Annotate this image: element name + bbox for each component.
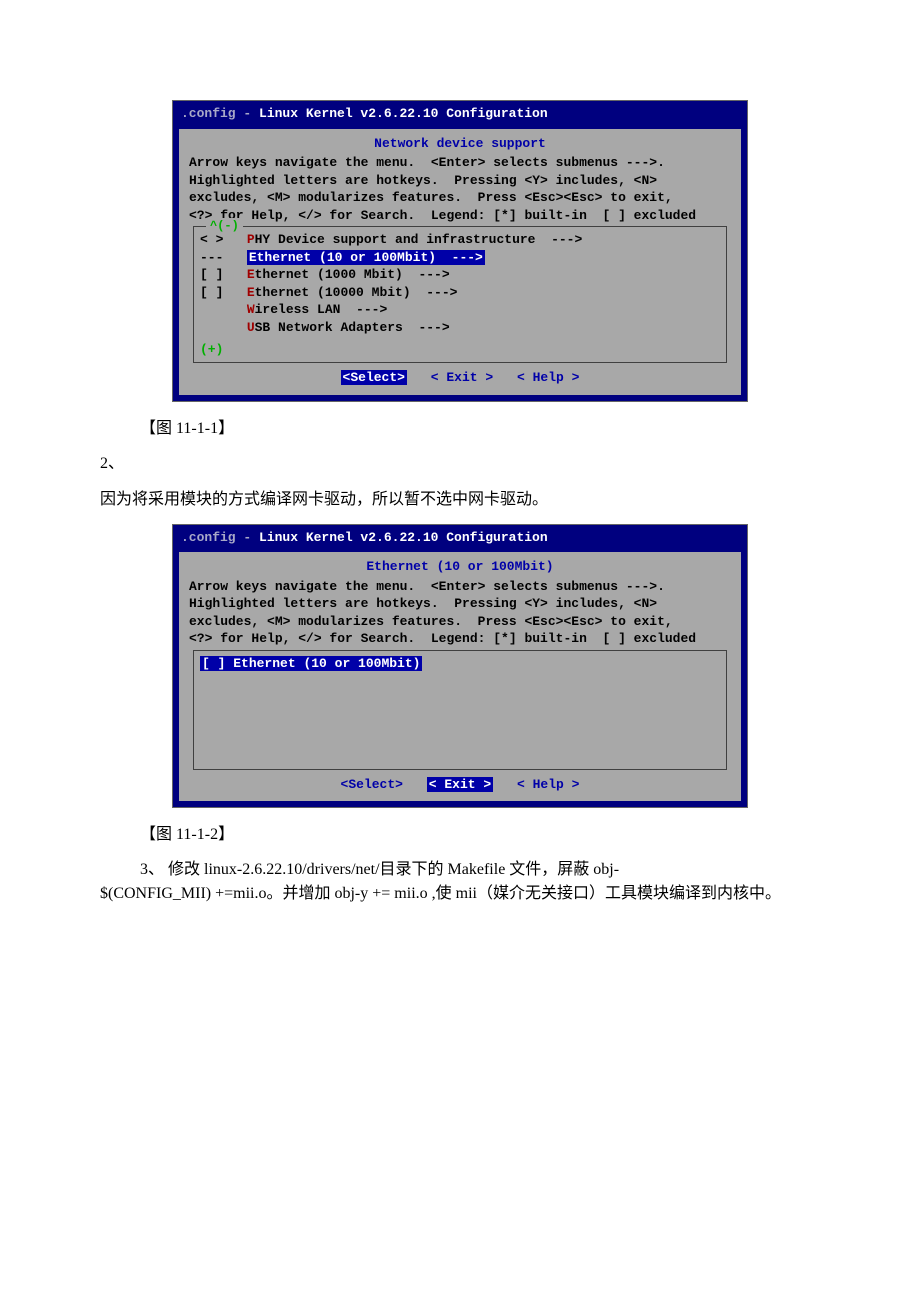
exit-button[interactable]: < Exit > xyxy=(427,777,493,792)
para3-line2: $(CONFIG_MII) +=mii.o。并增加 obj-y += mii.o… xyxy=(100,885,781,902)
help-button[interactable]: < Help > xyxy=(517,370,579,385)
dialog-title: Ethernet (10 or 100Mbit) xyxy=(189,558,731,576)
title-main: Linux Kernel v2.6.22.10 Configuration xyxy=(259,530,548,545)
figure-caption-2: 【图 11-1-2】 xyxy=(140,820,820,844)
window-title: .config - Linux Kernel v2.6.22.10 Config… xyxy=(175,527,745,549)
menu-item-usb-network[interactable]: USB Network Adapters ---> xyxy=(200,319,720,337)
paragraph-2: 因为将采用模块的方式编译网卡驱动，所以暂不选中网卡驱动。 xyxy=(100,488,820,512)
menu-item-ethernet-10-100[interactable]: [ ] Ethernet (10 or 100Mbit) xyxy=(200,655,720,673)
instructions-line-4: <?> for Help, </> for Search. Legend: [*… xyxy=(189,207,731,225)
figure-caption-1: 【图 11-1-1】 xyxy=(140,414,820,438)
instructions-line-1: Arrow keys navigate the menu. <Enter> se… xyxy=(189,154,731,172)
select-button[interactable]: <Select> xyxy=(341,777,403,792)
scroll-down-indicator: (+) xyxy=(200,341,720,359)
menu-item-wireless-lan[interactable]: Wireless LAN ---> xyxy=(200,301,720,319)
menu-list: [ ] Ethernet (10 or 100Mbit) xyxy=(193,650,727,770)
select-button[interactable]: <Select> xyxy=(341,370,407,385)
instructions-line-2: Highlighted letters are hotkeys. Pressin… xyxy=(189,595,731,613)
menu-item-ethernet-1000[interactable]: [ ] Ethernet (1000 Mbit) ---> xyxy=(200,266,720,284)
instructions-line-3: excludes, <M> modularizes features. Pres… xyxy=(189,613,731,631)
dialog: Network device support Arrow keys naviga… xyxy=(179,129,741,395)
menu-list: ^(-) < > PHY Device support and infrastr… xyxy=(193,226,727,363)
menu-item-ethernet-10-100[interactable]: --- Ethernet (10 or 100Mbit) ---> xyxy=(200,249,720,267)
button-bar: <Select> < Exit > < Help > xyxy=(189,369,731,387)
title-main: Linux Kernel v2.6.22.10 Configuration xyxy=(259,106,548,121)
exit-button[interactable]: < Exit > xyxy=(431,370,493,385)
dialog-title: Network device support xyxy=(189,135,731,153)
menu-item-phy[interactable]: < > PHY Device support and infrastructur… xyxy=(200,231,720,249)
title-prefix: .config - xyxy=(181,106,259,121)
help-button[interactable]: < Help > xyxy=(517,777,579,792)
paragraph-3: 3、 修改 linux-2.6.22.10/drivers/net/目录下的 M… xyxy=(100,858,820,906)
list-number-2: 2、 xyxy=(100,452,820,476)
menuconfig-screenshot-1: .config - Linux Kernel v2.6.22.10 Config… xyxy=(172,100,748,402)
instructions-line-3: excludes, <M> modularizes features. Pres… xyxy=(189,189,731,207)
scroll-up-indicator: ^(-) xyxy=(206,218,243,234)
instructions-line-1: Arrow keys navigate the menu. <Enter> se… xyxy=(189,578,731,596)
menu-item-ethernet-10000[interactable]: [ ] Ethernet (10000 Mbit) ---> xyxy=(200,284,720,302)
button-bar: <Select> < Exit > < Help > xyxy=(189,776,731,794)
title-prefix: .config - xyxy=(181,530,259,545)
window-title: .config - Linux Kernel v2.6.22.10 Config… xyxy=(175,103,745,125)
list-number-3: 3、 xyxy=(140,861,168,878)
instructions-line-2: Highlighted letters are hotkeys. Pressin… xyxy=(189,172,731,190)
dialog: Ethernet (10 or 100Mbit) Arrow keys navi… xyxy=(179,552,741,801)
menuconfig-screenshot-2: .config - Linux Kernel v2.6.22.10 Config… xyxy=(172,524,748,809)
instructions-line-4: <?> for Help, </> for Search. Legend: [*… xyxy=(189,630,731,648)
para3-line1: 修改 linux-2.6.22.10/drivers/net/目录下的 Make… xyxy=(168,861,619,878)
